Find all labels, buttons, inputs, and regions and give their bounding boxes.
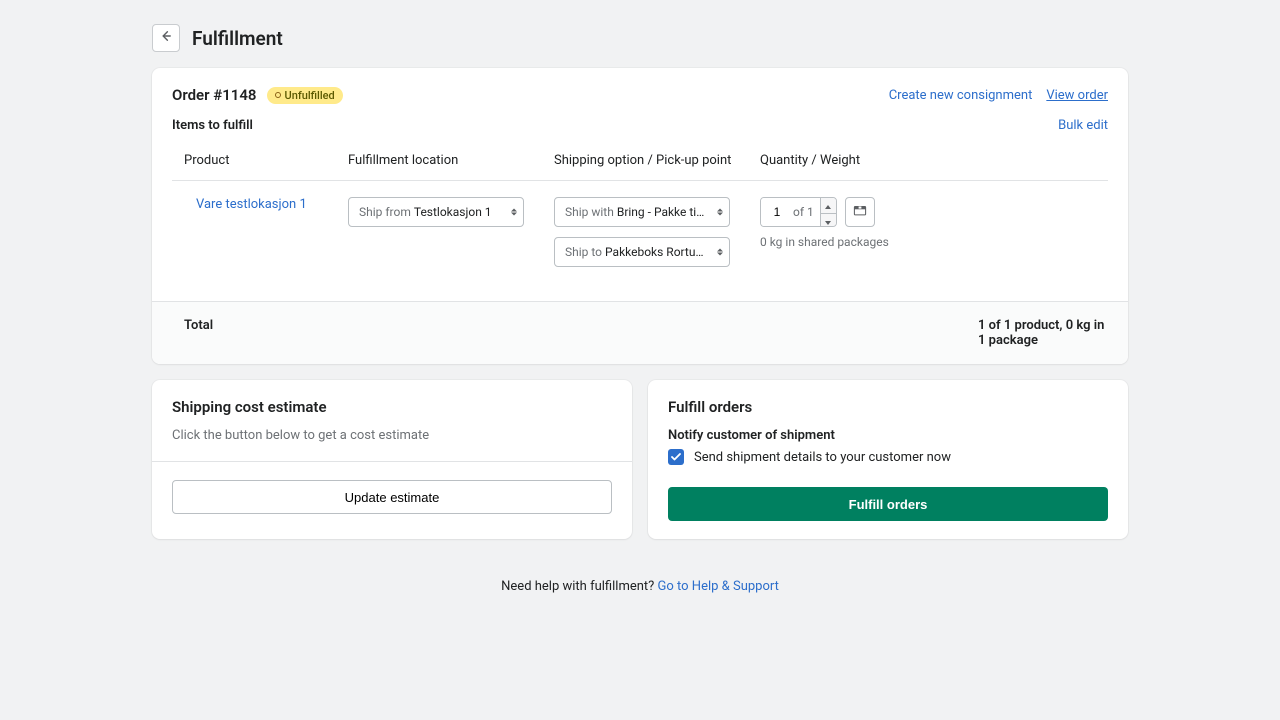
fulfill-title: Fulfill orders (668, 398, 1108, 416)
total-label: Total (172, 318, 213, 348)
order-card: Order #1148 Unfulfilled Create new consi… (152, 68, 1128, 364)
ship-from-value: Testlokasjon 1 (414, 205, 492, 219)
view-order-link[interactable]: View order (1046, 88, 1108, 103)
fulfill-orders-button[interactable]: Fulfill orders (668, 487, 1108, 521)
ship-with-select[interactable]: Ship with Bring - Pakke til h... (554, 197, 730, 227)
col-location: Fulfillment location (348, 153, 554, 168)
chevron-up-icon (825, 198, 831, 213)
package-button[interactable] (845, 197, 875, 227)
help-prefix: Need help with fulfillment? (501, 579, 657, 594)
notify-label: Notify customer of shipment (668, 428, 1108, 443)
package-icon (853, 203, 867, 221)
col-product: Product (172, 153, 348, 168)
chevron-down-icon (825, 214, 831, 227)
shared-packages-text: 0 kg in shared packages (760, 235, 1108, 249)
col-shipping: Shipping option / Pick-up point (554, 153, 760, 168)
update-estimate-button[interactable]: Update estimate (172, 480, 612, 514)
select-caret-icon (511, 209, 517, 216)
quantity-of: of 1 (793, 198, 820, 226)
order-title: Order #1148 (172, 86, 257, 104)
badge-text: Unfulfilled (285, 89, 335, 102)
items-title: Items to fulfill (172, 118, 253, 133)
notify-checkbox[interactable] (668, 449, 684, 465)
total-row: Total 1 of 1 product, 0 kg in 1 package (152, 301, 1128, 364)
total-value: 1 of 1 product, 0 kg in 1 package (978, 318, 1108, 348)
ship-with-value: Bring - Pakke til h... (617, 205, 705, 219)
status-badge: Unfulfilled (267, 87, 343, 104)
ship-to-select[interactable]: Ship to Pakkeboks Rortunet... (554, 237, 730, 267)
estimate-card: Shipping cost estimate Click the button … (152, 380, 632, 539)
back-button[interactable] (152, 24, 180, 52)
check-icon (671, 450, 681, 465)
select-caret-icon (717, 249, 723, 256)
ship-to-prefix: Ship to (565, 245, 602, 259)
fulfill-card: Fulfill orders Notify customer of shipme… (648, 380, 1128, 539)
arrow-left-icon (159, 29, 173, 47)
quantity-stepper[interactable]: of 1 (760, 197, 837, 227)
bulk-edit-link[interactable]: Bulk edit (1058, 118, 1108, 133)
step-down-button[interactable] (821, 214, 836, 227)
notify-checkbox-label: Send shipment details to your customer n… (694, 450, 951, 465)
col-qty: Quantity / Weight (760, 153, 1108, 168)
ship-with-prefix: Ship with (565, 205, 614, 219)
create-consignment-link[interactable]: Create new consignment (889, 88, 1033, 103)
page-title: Fulfillment (192, 27, 283, 50)
table-header: Product Fulfillment location Shipping op… (172, 147, 1108, 181)
estimate-hint: Click the button below to get a cost est… (172, 428, 612, 443)
estimate-title: Shipping cost estimate (172, 398, 612, 416)
select-caret-icon (717, 209, 723, 216)
help-row: Need help with fulfillment? Go to Help &… (152, 579, 1128, 594)
badge-dot-icon (275, 92, 281, 98)
step-up-button[interactable] (821, 198, 836, 214)
table-row: Vare testlokasjon 1 Ship from Testlokasj… (172, 181, 1108, 283)
ship-from-select[interactable]: Ship from Testlokasjon 1 (348, 197, 524, 227)
ship-from-prefix: Ship from (359, 205, 411, 219)
product-link[interactable]: Vare testlokasjon 1 (184, 197, 307, 212)
help-link[interactable]: Go to Help & Support (658, 579, 779, 594)
quantity-input[interactable] (761, 198, 793, 226)
ship-to-value: Pakkeboks Rortunet... (605, 245, 705, 259)
